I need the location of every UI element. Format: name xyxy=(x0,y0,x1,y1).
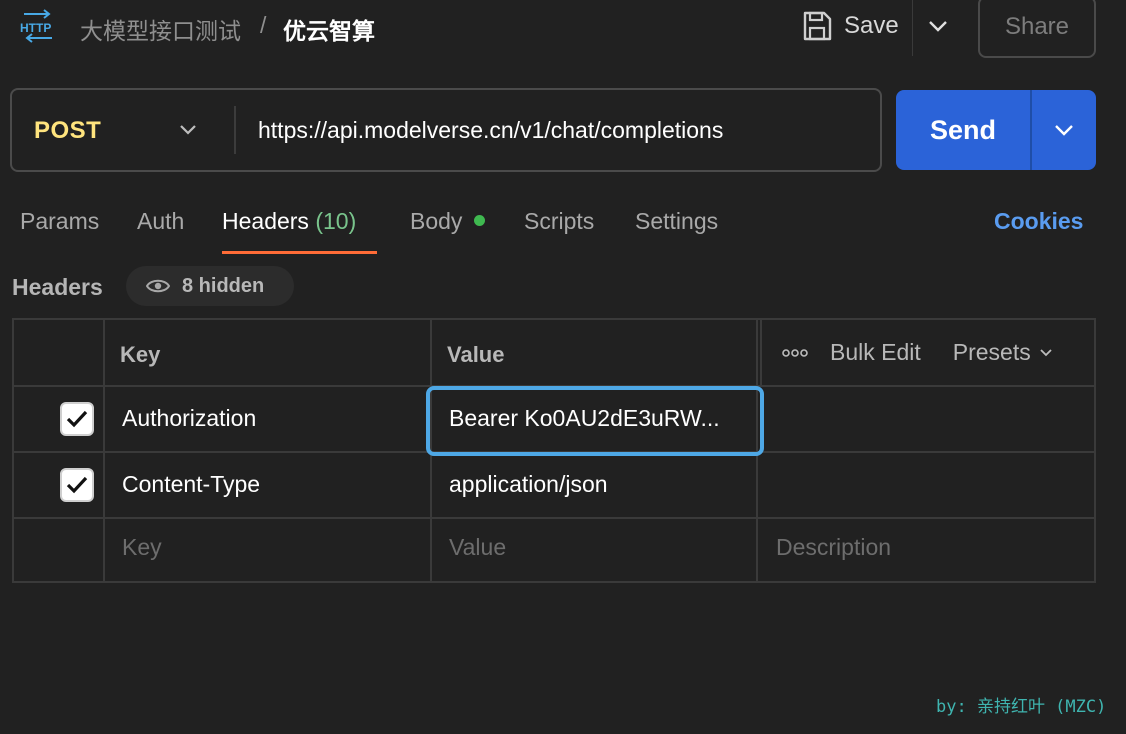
method-label: POST xyxy=(34,117,102,144)
new-header-description-input[interactable]: Description xyxy=(776,534,891,561)
eye-icon xyxy=(146,279,170,293)
new-header-key-input[interactable]: Key xyxy=(122,534,162,561)
method-select[interactable]: POST xyxy=(12,90,234,170)
chevron-down-icon xyxy=(1055,125,1073,136)
breadcrumb-collection[interactable]: 大模型接口测试 xyxy=(80,12,241,46)
top-bar: HTTP 大模型接口测试 / 优云智算 Save Share xyxy=(0,0,1126,58)
http-icon: HTTP xyxy=(20,9,52,43)
new-header-value-input[interactable]: Value xyxy=(449,534,506,561)
hidden-headers-label: 8 hidden xyxy=(182,274,265,297)
send-options-button[interactable] xyxy=(1032,90,1096,170)
body-indicator-dot xyxy=(474,215,486,227)
column-header-key: Key xyxy=(120,342,161,367)
cookies-link[interactable]: Cookies xyxy=(994,208,1083,235)
save-icon xyxy=(803,11,832,41)
active-tab-underline xyxy=(222,251,377,254)
column-header-value: Value xyxy=(447,342,505,367)
save-button[interactable]: Save xyxy=(796,4,910,48)
svg-text:HTTP: HTTP xyxy=(20,21,51,35)
save-options-button[interactable] xyxy=(920,6,956,46)
tab-body[interactable]: Body xyxy=(410,208,486,235)
row-enabled-checkbox[interactable] xyxy=(60,468,94,502)
focused-cell-outline xyxy=(426,386,764,456)
tab-params[interactable]: Params xyxy=(20,208,99,235)
table-actions: Bulk Edit Presets xyxy=(760,320,1094,385)
breadcrumb-separator: / xyxy=(260,12,267,38)
tab-headers-count: (10) xyxy=(315,208,357,234)
save-label: Save xyxy=(844,12,899,39)
share-button[interactable]: Share xyxy=(978,0,1096,58)
tab-settings[interactable]: Settings xyxy=(635,208,718,235)
request-tabs: Params Auth Headers (10) Body Scripts Se… xyxy=(0,200,1126,256)
method-divider xyxy=(234,106,236,154)
save-divider xyxy=(912,0,913,56)
table-divider xyxy=(14,517,1094,519)
checkmark-icon xyxy=(66,476,88,494)
headers-table: Key Value Bulk Edit Presets Authorizatio… xyxy=(12,318,1096,583)
header-value-cell[interactable]: application/json xyxy=(449,471,743,498)
header-key-cell[interactable]: Authorization xyxy=(122,405,422,432)
row-enabled-checkbox[interactable] xyxy=(60,402,94,436)
tab-scripts[interactable]: Scripts xyxy=(524,208,594,235)
presets-label: Presets xyxy=(952,339,1031,365)
checkmark-icon xyxy=(66,410,88,428)
tab-headers[interactable]: Headers (10) xyxy=(222,208,356,235)
presets-dropdown[interactable]: Presets xyxy=(953,339,1053,366)
header-key-cell[interactable]: Content-Type xyxy=(122,471,422,498)
headers-section-title: Headers xyxy=(12,274,103,300)
breadcrumb-request-name[interactable]: 优云智算 xyxy=(283,12,375,46)
chevron-down-icon xyxy=(1040,349,1052,357)
chevron-down-icon xyxy=(929,21,947,32)
url-input[interactable]: https://api.modelverse.cn/v1/chat/comple… xyxy=(258,112,858,148)
send-button-group: Send xyxy=(896,90,1096,170)
tab-headers-label: Headers xyxy=(222,208,309,234)
chevron-down-icon xyxy=(180,125,196,135)
more-options-icon[interactable] xyxy=(782,348,808,358)
author-watermark: by: 亲持红叶 (MZC) xyxy=(936,697,1107,717)
send-button[interactable]: Send xyxy=(896,90,1030,170)
hidden-headers-toggle[interactable]: 8 hidden xyxy=(126,266,294,306)
bulk-edit-button[interactable]: Bulk Edit xyxy=(830,339,921,366)
request-bar: POST https://api.modelverse.cn/v1/chat/c… xyxy=(10,88,882,172)
tab-auth[interactable]: Auth xyxy=(137,208,184,235)
tab-body-label: Body xyxy=(410,208,463,234)
